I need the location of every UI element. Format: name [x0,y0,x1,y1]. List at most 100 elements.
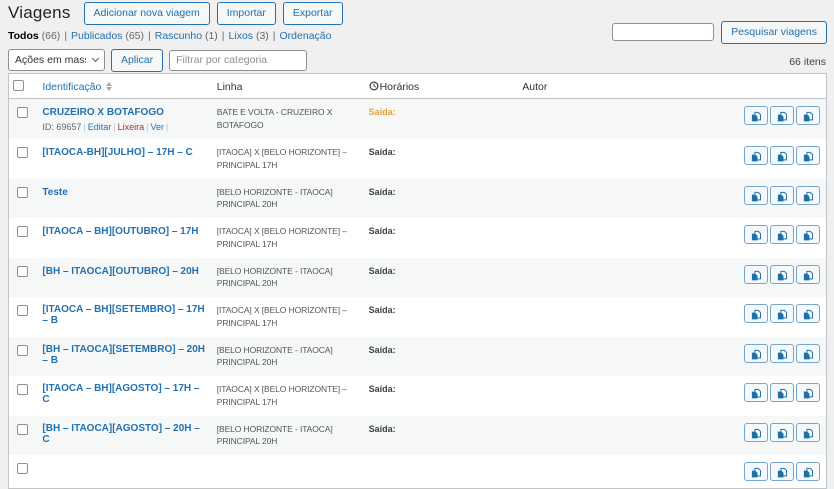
trip-title-link[interactable]: CRUZEIRO X BOTAFOGO [42,107,163,118]
table-row: CRUZEIRO X BOTAFOGOID: 69657|Editar|Lixe… [9,99,827,140]
duplicate-button[interactable] [796,462,820,481]
duplicate-icon [750,308,762,321]
duplicate-icon [750,427,762,440]
filter-separator: | [148,30,151,42]
author-cell [518,179,738,219]
apply-button[interactable]: Aplicar [111,49,163,72]
trip-title-link[interactable]: [ITAOCA – BH][OUTUBRO] – 17H [42,226,198,237]
table-row: [ITAOCA – BH][OUTUBRO] – 17H [ITAOCA] X [… [9,218,827,258]
table-header-row: Identificação Linha Horários Autor [9,74,827,99]
sort-icon [106,82,112,91]
status-filters: Todos (66)|Publicados (65)|Rascunho (1)|… [8,30,331,42]
schedule-label: Saída: [369,345,396,355]
row-action-separator: | [146,122,148,132]
duplicate-button[interactable] [796,423,820,442]
duplicate-button[interactable] [744,265,768,284]
trip-line: [ITAOCA] X [BELO HORIZONTE] – PRINCIPAL … [217,225,361,251]
duplicate-button[interactable] [744,304,768,323]
duplicate-icon [802,427,814,440]
column-header-schedules-label: Horários [380,81,420,93]
duplicate-button[interactable] [744,225,768,244]
column-header-author: Autor [518,74,738,99]
search-button[interactable]: Pesquisar viagens [721,21,827,44]
row-select-checkbox[interactable] [17,424,28,435]
author-cell [518,218,738,258]
duplicate-button[interactable] [744,146,768,165]
trip-title-link[interactable]: [ITAOCA-BH][JULHO] – 17H – C [42,147,192,158]
duplicate-button[interactable] [770,423,794,442]
filter-publicados[interactable]: Publicados [71,30,122,42]
duplicate-button[interactable] [744,344,768,363]
duplicate-button[interactable] [770,186,794,205]
duplicate-button[interactable] [770,265,794,284]
table-row: [ITAOCA-BH][JULHO] – 17H – C [ITAOCA] X [… [9,139,827,179]
duplicate-icon [750,150,762,163]
row-select-checkbox[interactable] [17,463,28,474]
duplicate-button[interactable] [770,383,794,402]
row-select-checkbox[interactable] [17,147,28,158]
duplicate-button[interactable] [796,265,820,284]
duplicate-button[interactable] [744,186,768,205]
duplicate-button[interactable] [796,225,820,244]
duplicate-button[interactable] [796,106,820,125]
sort-identification-link[interactable]: Identificação [42,81,112,93]
trip-title-link[interactable]: [ITAOCA – BH][SETEMBRO] – 17H – B [42,304,208,326]
import-button[interactable]: Importar [217,2,276,25]
filter-separator: | [222,30,225,42]
search-input[interactable] [612,23,714,41]
view-link[interactable]: Ver [151,122,165,132]
category-filter-input[interactable] [169,50,307,71]
trip-title-link[interactable]: [BH – ITAOCA][OUTUBRO] – 20H [42,266,198,277]
trip-line: BATE E VOLTA - CRUZEIRO X BOTAFOGO [217,106,361,132]
duplicate-button[interactable] [744,423,768,442]
duplicate-button[interactable] [796,304,820,323]
row-select-checkbox[interactable] [17,107,28,118]
filter-lixos[interactable]: Lixos [229,30,254,42]
author-cell [518,258,738,298]
duplicate-button[interactable] [770,304,794,323]
trip-title-link[interactable]: [BH – ITAOCA][AGOSTO] – 20H – C [42,423,208,445]
filter-rascunho[interactable]: Rascunho [155,30,202,42]
schedule-label: Saída: [369,424,396,434]
duplicate-button[interactable] [770,225,794,244]
add-new-trip-button[interactable]: Adicionar nova viagem [84,2,210,25]
duplicate-button[interactable] [770,344,794,363]
duplicate-button[interactable] [744,462,768,481]
trip-title-link[interactable]: Teste [42,187,67,198]
table-row: [BH – ITAOCA][SETEMBRO] – 20H – B[BELO H… [9,337,827,377]
trash-link[interactable]: Lixeira [118,122,145,132]
filter-separator: | [273,30,276,42]
duplicate-button[interactable] [770,146,794,165]
row-select-checkbox[interactable] [17,226,28,237]
duplicate-button[interactable] [796,383,820,402]
duplicate-icon [802,110,814,123]
trip-title-link[interactable]: [BH – ITAOCA][SETEMBRO] – 20H – B [42,344,208,366]
trip-line: [ITAOCA] X [BELO HORIZONTE] – PRINCIPAL … [217,146,361,172]
duplicate-icon [802,348,814,361]
filter-todos[interactable]: Todos [8,30,39,42]
duplicate-button[interactable] [770,462,794,481]
select-all-checkbox[interactable] [13,80,24,91]
duplicate-button[interactable] [796,186,820,205]
duplicate-button[interactable] [770,106,794,125]
export-button[interactable]: Exportar [283,2,343,25]
duplicate-icon [802,387,814,400]
row-select-checkbox[interactable] [17,266,28,277]
edit-link[interactable]: Editar [88,122,112,132]
duplicate-icon [750,110,762,123]
filter-ordenacao[interactable]: Ordenação [280,30,332,42]
row-select-checkbox[interactable] [17,384,28,395]
row-select-checkbox[interactable] [17,187,28,198]
bulk-actions-select[interactable]: Ações em massa [8,49,105,71]
duplicate-button[interactable] [744,383,768,402]
row-select-checkbox[interactable] [17,345,28,356]
trips-table: Identificação Linha Horários Autor CRUZE… [8,73,827,489]
row-select-checkbox[interactable] [17,305,28,316]
duplicate-button[interactable] [796,344,820,363]
filter-separator: | [64,30,67,42]
duplicate-button[interactable] [744,106,768,125]
bulk-actions-bar: Ações em massa Aplicar [8,49,307,72]
trip-line: [BELO HORIZONTE - ITAOCA] PRINCIPAL 20H [217,186,361,212]
duplicate-button[interactable] [796,146,820,165]
trip-line: [BELO HORIZONTE - ITAOCA] PRINCIPAL 20H [217,423,361,449]
